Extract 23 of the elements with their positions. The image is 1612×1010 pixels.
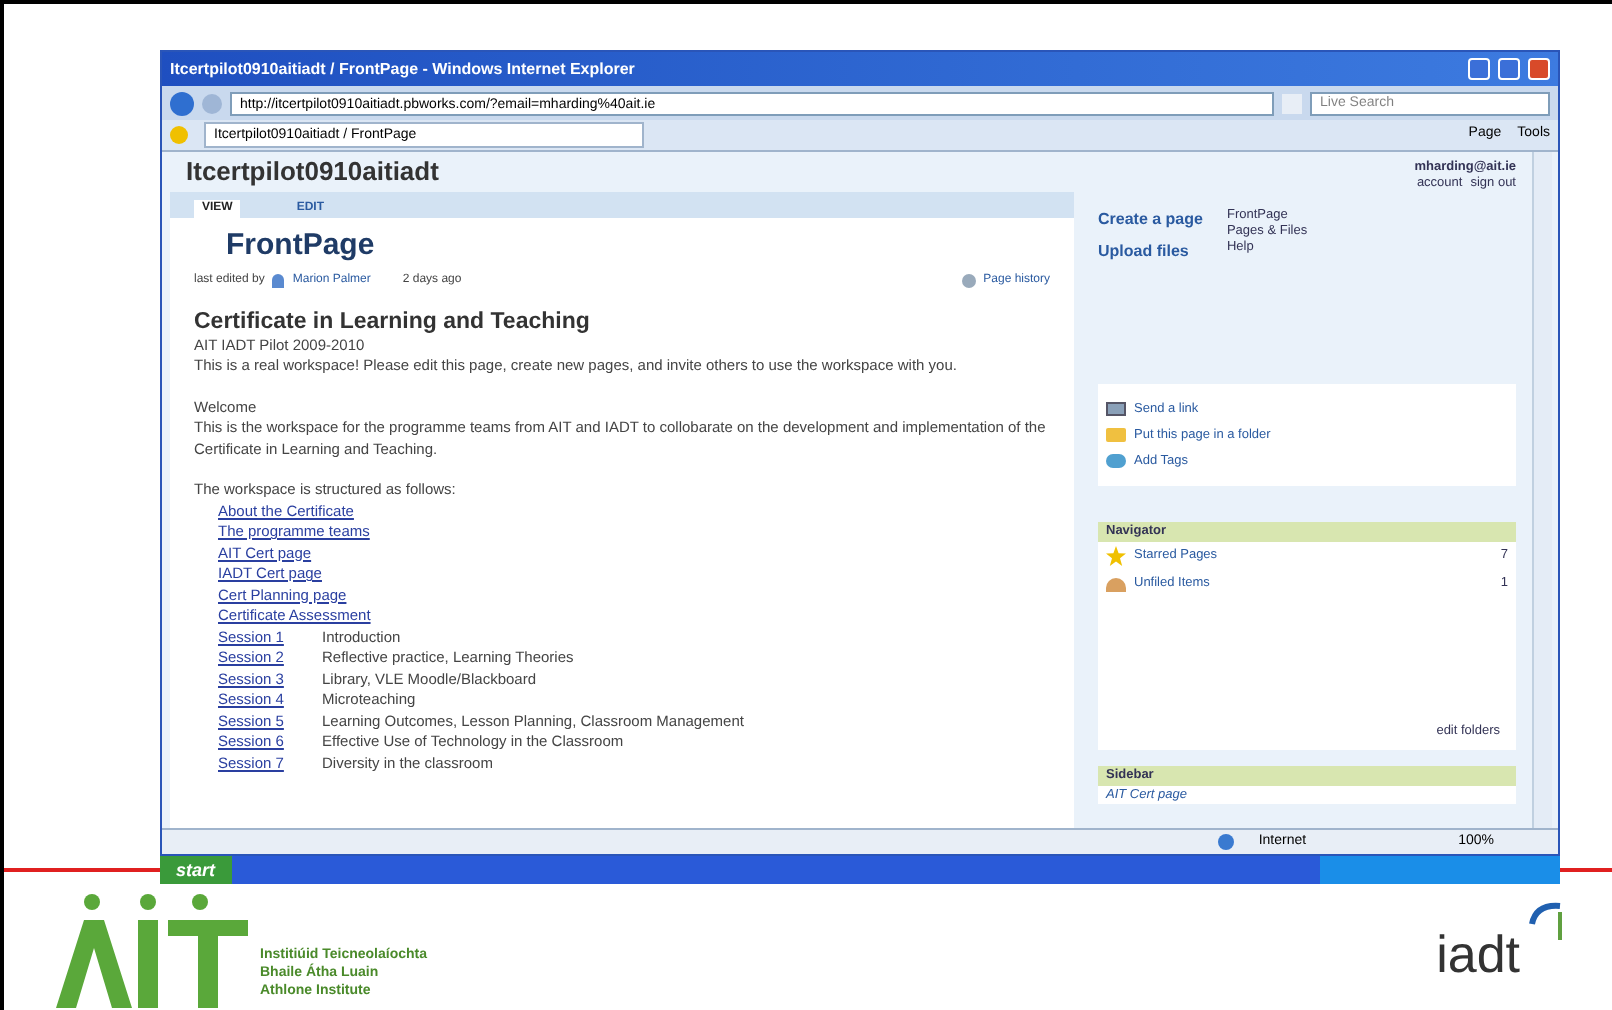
start-button[interactable]: start — [160, 856, 232, 884]
user-icon — [272, 273, 285, 288]
swoosh-icon — [1528, 900, 1564, 944]
back-button[interactable] — [170, 91, 194, 115]
computer-icon — [1106, 402, 1126, 417]
content-heading: Certificate in Learning and Teaching — [194, 307, 592, 335]
minimize-button[interactable] — [1468, 58, 1490, 80]
scrollbar[interactable] — [1532, 152, 1552, 828]
workspace-title: Itcertpilot0910aitiadt — [186, 154, 439, 191]
page-title: FrontPage — [226, 226, 377, 266]
action-link[interactable]: Upload files — [1098, 240, 1203, 264]
inbox-icon — [1106, 577, 1126, 591]
maximize-button[interactable] — [1498, 58, 1520, 80]
window-title: Itcertpilot0910aitiadt / FrontPage - Windows Internet Explorer — [170, 57, 637, 81]
globe-icon — [1218, 834, 1235, 850]
tag-icon — [1106, 453, 1126, 468]
iadt-logo: iadt — [1436, 924, 1520, 984]
star-icon — [1106, 546, 1126, 566]
clock-icon — [961, 273, 976, 288]
ait-logo-icon — [52, 892, 252, 1008]
close-button[interactable] — [1528, 58, 1550, 80]
folder-icon — [1106, 428, 1126, 443]
action-link[interactable]: Create a page — [1098, 208, 1203, 232]
